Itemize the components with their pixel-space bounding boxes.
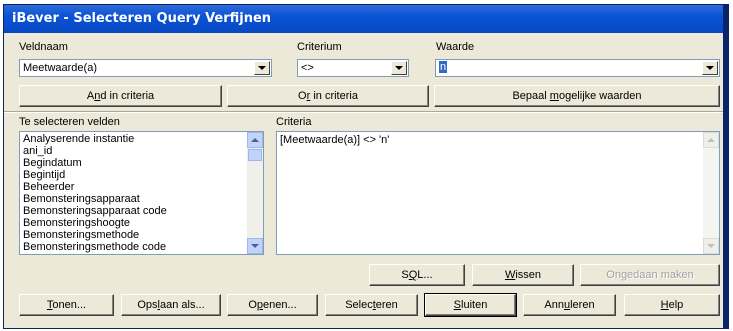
sluiten-button[interactable]: Sluiten <box>424 293 517 317</box>
criterium-label: Criterium <box>297 41 342 53</box>
list-item[interactable]: Begindatum <box>20 157 263 169</box>
criteria-text: [Meetwaarde(a)] <> 'n' <box>280 134 390 146</box>
chevron-down-icon[interactable] <box>391 61 407 75</box>
chevron-down-icon[interactable] <box>254 61 270 75</box>
scroll-up-icon[interactable] <box>247 132 263 148</box>
criteria-label: Criteria <box>276 116 312 128</box>
opslaan-als-button[interactable]: Opslaan als... <box>121 294 221 316</box>
chevron-down-icon[interactable] <box>702 61 718 75</box>
bepaal-mogelijke-waarden-button[interactable]: Bepaal mogelijke waarden <box>434 85 720 107</box>
help-button[interactable]: Help <box>624 294 720 316</box>
scroll-thumb[interactable] <box>248 149 262 161</box>
list-item[interactable]: Beheerder <box>20 181 263 193</box>
scroll-up-icon <box>703 132 719 148</box>
list-item[interactable]: ani_id <box>20 145 263 157</box>
window-title: iBever - Selecteren Query Verfijnen <box>12 11 272 26</box>
veldnaam-label: Veldnaam <box>19 41 68 53</box>
list-scrollbar[interactable] <box>247 132 263 254</box>
criteria-textarea[interactable]: [Meetwaarde(a)] <> 'n' <box>276 131 720 255</box>
title-bar: iBever - Selecteren Query Verfijnen <box>4 5 723 33</box>
veldnaam-combo[interactable]: Meetwaarde(a) <box>19 59 272 77</box>
criterium-value: <> <box>301 62 314 74</box>
list-item[interactable]: Bemonsteringsapparaat <box>20 193 263 205</box>
separator <box>4 111 723 113</box>
list-item[interactable]: Bemonsteringsapparaat code <box>20 205 263 217</box>
ongedaan-maken-button[interactable]: Ongedaan maken <box>580 264 720 286</box>
te-selecteren-velden-label: Te selecteren velden <box>19 116 120 128</box>
scroll-down-icon[interactable] <box>247 238 263 254</box>
dialog-window: iBever - Selecteren Query Verfijnen Veld… <box>3 4 724 329</box>
or-in-criteria-button[interactable]: Or in criteria <box>227 85 429 107</box>
list-item[interactable]: Bemonsteringsmethode <box>20 229 263 241</box>
sql-button[interactable]: SQL... <box>369 264 465 286</box>
scroll-down-icon <box>703 238 719 254</box>
criteria-scrollbar <box>703 132 719 254</box>
selecteren-button[interactable]: Selecteren <box>325 294 418 316</box>
waarde-combo[interactable]: n <box>435 59 720 77</box>
wissen-button[interactable]: Wissen <box>472 264 574 286</box>
veldnaam-value: Meetwaarde(a) <box>23 62 97 74</box>
te-selecteren-velden-list[interactable]: Analyserende instantie ani_id Begindatum Be… <box>19 131 264 255</box>
waarde-label: Waarde <box>436 41 475 53</box>
criterium-combo[interactable]: <> <box>297 59 409 77</box>
list-item[interactable]: Analyserende instantie <box>20 133 263 145</box>
window-right-border <box>724 4 729 329</box>
and-in-criteria-button[interactable]: And in criteria <box>19 85 222 107</box>
waarde-value[interactable]: n <box>439 61 448 73</box>
tonen-button[interactable]: Tonen... <box>19 294 114 316</box>
list-item[interactable]: Begintijd <box>20 169 263 181</box>
list-item[interactable]: Bemonsteringshoogte <box>20 217 263 229</box>
openen-button[interactable]: Openen... <box>227 294 318 316</box>
list-item[interactable]: Bemonsteringsmethode code <box>20 241 263 253</box>
annuleren-button[interactable]: Annuleren <box>523 294 616 316</box>
